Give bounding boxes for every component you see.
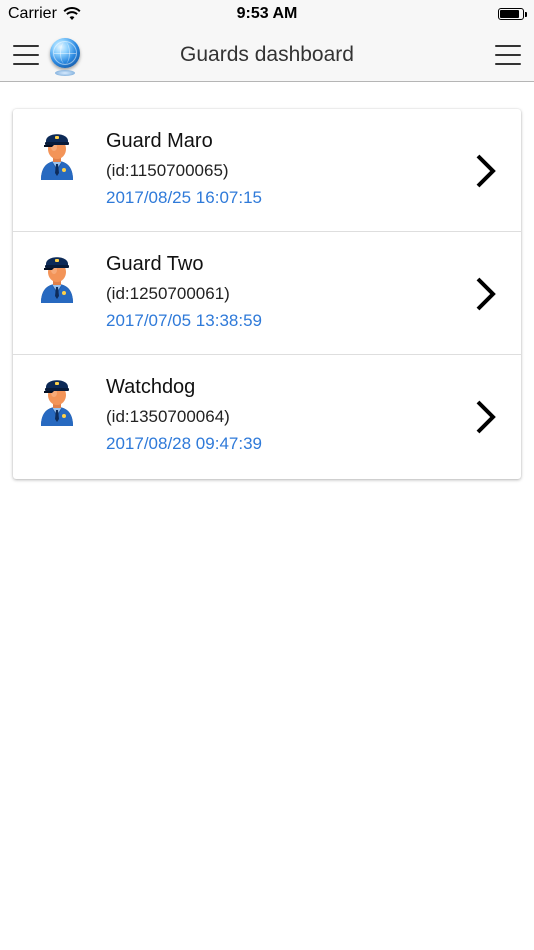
guard-avatar-icon [41,380,73,426]
hamburger-line [495,45,521,47]
right-menu-button[interactable] [495,45,521,65]
guard-id: (id:1150700065) [106,161,229,180]
guard-avatar-icon [41,134,73,180]
chevron-right-icon[interactable] [475,399,497,435]
guard-row[interactable]: Guard Two (id:1250700061) 2017/07/05 13:… [13,232,521,355]
guard-row[interactable]: Guard Maro (id:1150700065) 2017/08/25 16… [13,109,521,232]
chevron-right-icon[interactable] [475,153,497,189]
guard-name: Watchdog [106,376,196,398]
guards-list: Guard Maro (id:1150700065) 2017/08/25 16… [13,109,521,479]
guard-row[interactable]: Watchdog (id:1350700064) 2017/08/28 09:4… [13,355,521,479]
hamburger-line [495,63,521,65]
battery-icon [498,8,527,20]
battery-level [500,10,519,18]
guard-last-seen: 2017/08/28 09:47:39 [106,434,262,453]
hamburger-line [495,54,521,56]
status-time: 9:53 AM [236,5,298,22]
guard-name: Guard Two [106,253,204,275]
guard-name: Guard Maro [106,130,213,152]
page-title: Guards dashboard [180,43,354,66]
guard-last-seen: 2017/07/05 13:38:59 [106,311,262,330]
chevron-right-icon[interactable] [475,276,497,312]
nav-bar: Guards dashboard [0,30,534,82]
guard-id: (id:1350700064) [106,407,230,426]
status-bar: Carrier 9:53 AM [0,0,534,30]
guard-avatar-icon [41,257,73,303]
guard-id: (id:1250700061) [106,284,230,303]
guard-last-seen: 2017/08/25 16:07:15 [106,188,262,207]
